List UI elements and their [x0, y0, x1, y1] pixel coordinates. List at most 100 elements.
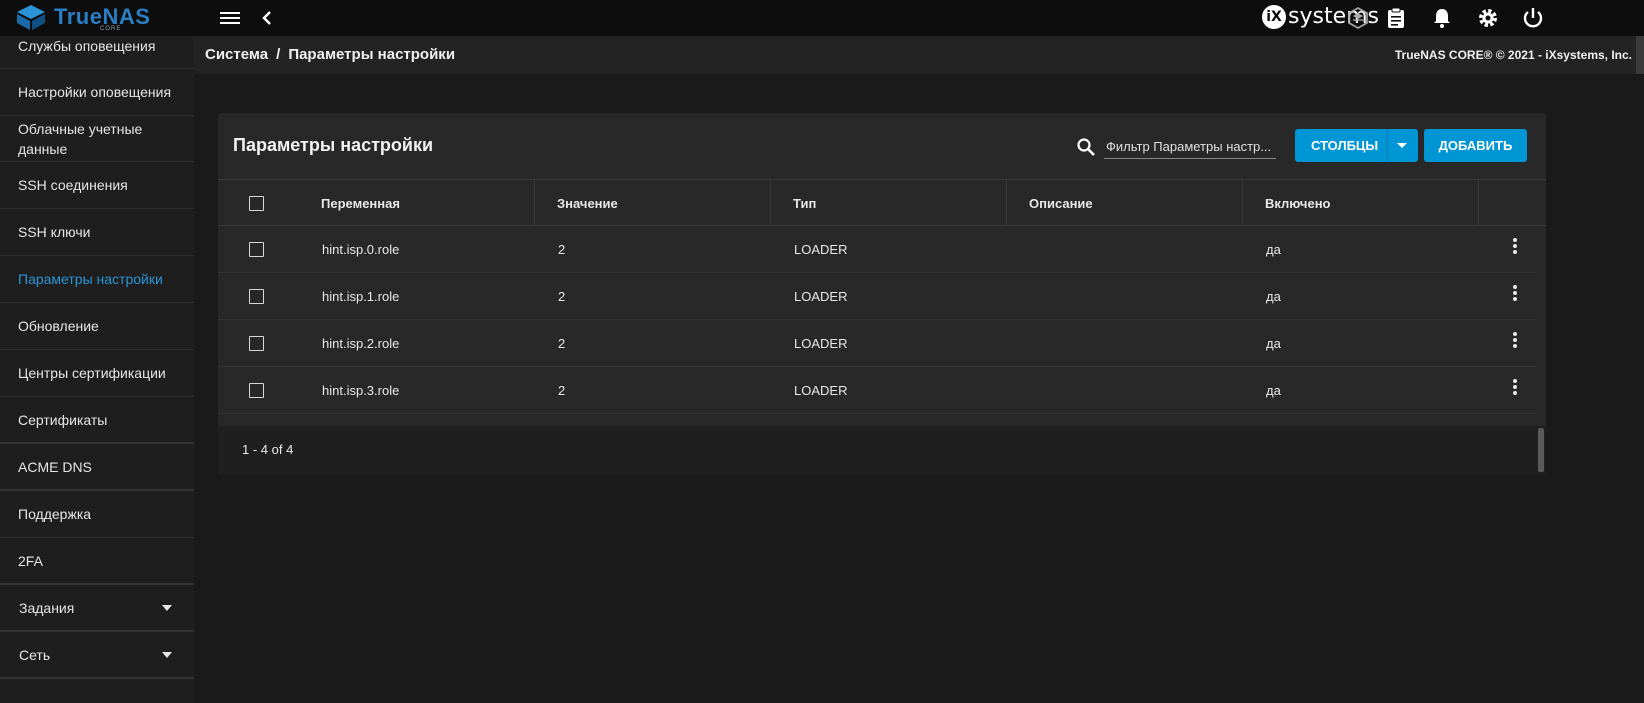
row-checkbox[interactable] [249, 383, 264, 398]
search-icon [1077, 138, 1095, 156]
pagination-info: 1 - 4 of 4 [242, 442, 294, 457]
sidebar-item-label: SSH соединения [18, 177, 128, 193]
sidebar-item-acme-dns[interactable]: ACME DNS [0, 444, 194, 491]
bell-icon[interactable] [1430, 6, 1454, 30]
sidebar-group-tasks[interactable]: Задания [0, 585, 194, 632]
sidebar-item-certificates[interactable]: Сертификаты [0, 397, 194, 444]
button-divider [1387, 129, 1388, 162]
column-divider [770, 180, 771, 226]
page-title: Параметры настройки [233, 135, 434, 155]
sidebar-item-alert-settings[interactable]: Настройки оповещения [0, 69, 194, 116]
columns-button-label: СТОЛБЦЫ [1311, 138, 1379, 153]
sidebar-item-update[interactable]: Обновление [0, 303, 194, 350]
top-bar: TrueNAS CORE iX systems [0, 0, 1644, 36]
sidebar-group-label: Задания [19, 599, 75, 616]
sidebar-item-2fa[interactable]: 2FA [0, 538, 194, 585]
column-divider [1242, 180, 1243, 226]
cell-variable: hint.isp.0.role [322, 242, 400, 257]
sidebar-item-label: Сертификаты [18, 411, 108, 428]
clipboard-icon[interactable] [1384, 6, 1408, 30]
cell-enabled: да [1266, 336, 1281, 351]
chevron-left-icon[interactable] [255, 6, 279, 30]
add-button[interactable]: ДОБАВИТЬ [1424, 129, 1527, 162]
cell-value: 2 [558, 242, 566, 257]
sidebar-group-network[interactable]: Сеть [0, 632, 194, 679]
row-checkbox[interactable] [249, 289, 264, 304]
sidebar-item-cas[interactable]: Центры сертификации [0, 350, 194, 397]
sidebar-item-label: 2FA [18, 552, 43, 569]
truenas-logo-icon [17, 5, 45, 30]
table-scrollbar[interactable] [1538, 428, 1544, 472]
table-header: Переменная Значение Тип Описание Включен… [218, 179, 1546, 226]
cell-type: LOADER [794, 336, 848, 351]
column-header-value[interactable]: Значение [557, 180, 618, 226]
column-header-description[interactable]: Описание [1029, 180, 1093, 226]
column-header-enabled[interactable]: Включено [1265, 180, 1331, 226]
sidebar-item-label: Настройки оповещения [18, 84, 172, 100]
sidebar-item-label: Облачные учетные данные [18, 120, 143, 157]
cell-variable: hint.isp.3.role [322, 383, 400, 398]
sidebar-item-label: Параметры настройки [18, 271, 163, 287]
column-divider [1478, 180, 1479, 226]
breadcrumb-separator: / [276, 46, 281, 63]
table-row[interactable]: hint.isp.3.role 2 LOADER да [218, 367, 1536, 414]
sidebar-item-alert-services[interactable]: Службы оповещения [0, 36, 194, 69]
sidebar-item-cloud-credentials[interactable]: Облачные учетные данные [0, 116, 194, 162]
cell-value: 2 [558, 336, 566, 351]
truenas-logo[interactable]: TrueNAS CORE [14, 2, 150, 32]
ixsystems-logo-mark: iX [1262, 5, 1286, 29]
breadcrumb-current: Параметры настройки [288, 46, 456, 63]
truecommand-icon[interactable] [1346, 6, 1370, 30]
more-vert-icon[interactable] [1510, 285, 1520, 305]
columns-button[interactable]: СТОЛБЦЫ [1295, 129, 1418, 162]
breadcrumb-bar: Система / Параметры настройки TrueNAS CORE… [194, 36, 1644, 74]
power-icon[interactable] [1521, 6, 1545, 30]
sidebar-item-label: SSH ключи [18, 224, 91, 240]
cell-type: LOADER [794, 289, 848, 304]
cell-type: LOADER [794, 383, 848, 398]
menu-icon[interactable] [218, 6, 242, 30]
sidebar-item-label: Обновление [18, 318, 99, 334]
brand-sub: CORE [100, 26, 122, 32]
sidebar-item-label: Службы оповещения [18, 38, 156, 54]
brand-name: TrueNAS [54, 4, 151, 29]
table-row[interactable]: hint.isp.0.role 2 LOADER да [218, 226, 1536, 273]
page-scrollbar[interactable] [1636, 36, 1644, 74]
more-vert-icon[interactable] [1510, 332, 1520, 352]
breadcrumb: Система / Параметры настройки [205, 46, 455, 63]
sidebar-group-label: Сеть [19, 646, 51, 663]
column-divider [534, 180, 535, 226]
cell-enabled: да [1266, 289, 1281, 304]
filter-input[interactable] [1104, 135, 1276, 159]
sidebar-item-support[interactable]: Поддержка [0, 491, 194, 538]
column-header-type[interactable]: Тип [793, 180, 816, 226]
sidebar-item-ssh-connections[interactable]: SSH соединения [0, 162, 194, 209]
sidebar-item-ssh-keys[interactable]: SSH ключи [0, 209, 194, 256]
more-vert-icon[interactable] [1510, 379, 1520, 399]
select-all-checkbox[interactable] [249, 196, 264, 211]
more-vert-icon[interactable] [1510, 238, 1520, 258]
breadcrumb-parent[interactable]: Система [205, 46, 268, 63]
cell-enabled: да [1266, 242, 1281, 257]
cell-type: LOADER [794, 242, 848, 257]
sidebar-item-tunables[interactable]: Параметры настройки [0, 256, 194, 303]
sidebar-item-label: ACME DNS [18, 458, 92, 475]
caret-down-icon [1397, 143, 1407, 148]
cell-enabled: да [1266, 383, 1281, 398]
tunables-card: Параметры настройки СТОЛБЦЫ ДОБАВИТЬ Пер… [218, 113, 1546, 475]
table-row[interactable]: hint.isp.1.role 2 LOADER да [218, 273, 1536, 320]
row-checkbox[interactable] [249, 336, 264, 351]
cell-variable: hint.isp.2.role [322, 336, 400, 351]
row-checkbox[interactable] [249, 242, 264, 257]
caret-down-icon [162, 651, 172, 658]
column-header-variable[interactable]: Переменная [321, 180, 400, 226]
sidebar-item-label: Центры сертификации [18, 365, 166, 381]
cell-variable: hint.isp.1.role [322, 289, 400, 304]
column-divider [1006, 180, 1007, 226]
gear-icon[interactable] [1476, 6, 1500, 30]
table-row[interactable]: hint.isp.2.role 2 LOADER да [218, 320, 1536, 367]
sidebar-item-label: Поддержка [18, 506, 92, 522]
caret-down-icon [162, 604, 172, 611]
table-footer: 1 - 4 of 4 [218, 426, 1546, 475]
cell-value: 2 [558, 289, 566, 304]
